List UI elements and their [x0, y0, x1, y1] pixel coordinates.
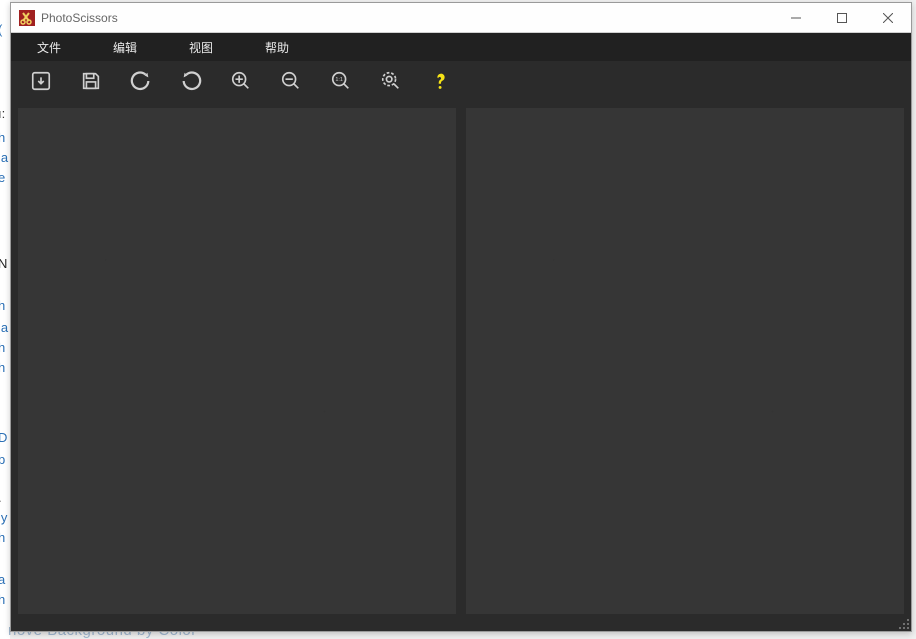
- zoom-actual-button[interactable]: 1:1: [327, 67, 355, 95]
- svg-text:1:1: 1:1: [335, 77, 343, 83]
- menu-file[interactable]: 文件: [11, 33, 87, 61]
- menu-help[interactable]: 帮助: [239, 33, 315, 61]
- minimize-button[interactable]: [773, 3, 819, 32]
- redo-button[interactable]: [177, 67, 205, 95]
- toolbar: 1:1: [11, 61, 911, 101]
- save-button[interactable]: [77, 67, 105, 95]
- app-icon: [19, 10, 35, 26]
- undo-button[interactable]: [127, 67, 155, 95]
- help-button[interactable]: [427, 67, 455, 95]
- zoom-out-button[interactable]: [277, 67, 305, 95]
- app-title: PhotoScissors: [41, 11, 773, 25]
- content-area: [11, 101, 911, 615]
- left-canvas-panel[interactable]: [17, 107, 457, 615]
- app-window: PhotoScissors 文件 编辑 视图 帮助: [10, 2, 912, 632]
- titlebar: PhotoScissors: [11, 3, 911, 33]
- menu-edit[interactable]: 编辑: [87, 33, 163, 61]
- resize-grip[interactable]: [895, 615, 909, 629]
- zoom-in-button[interactable]: [227, 67, 255, 95]
- right-preview-panel[interactable]: [465, 107, 905, 615]
- window-controls: [773, 3, 911, 32]
- zoom-fit-button[interactable]: [377, 67, 405, 95]
- menu-view[interactable]: 视图: [163, 33, 239, 61]
- statusbar: [11, 615, 911, 631]
- open-button[interactable]: [27, 67, 55, 95]
- maximize-button[interactable]: [819, 3, 865, 32]
- background-page-gutter: ( ı: h la e N h la h h D b . ly h a h: [0, 0, 10, 639]
- menubar: 文件 编辑 视图 帮助: [11, 33, 911, 61]
- close-button[interactable]: [865, 3, 911, 32]
